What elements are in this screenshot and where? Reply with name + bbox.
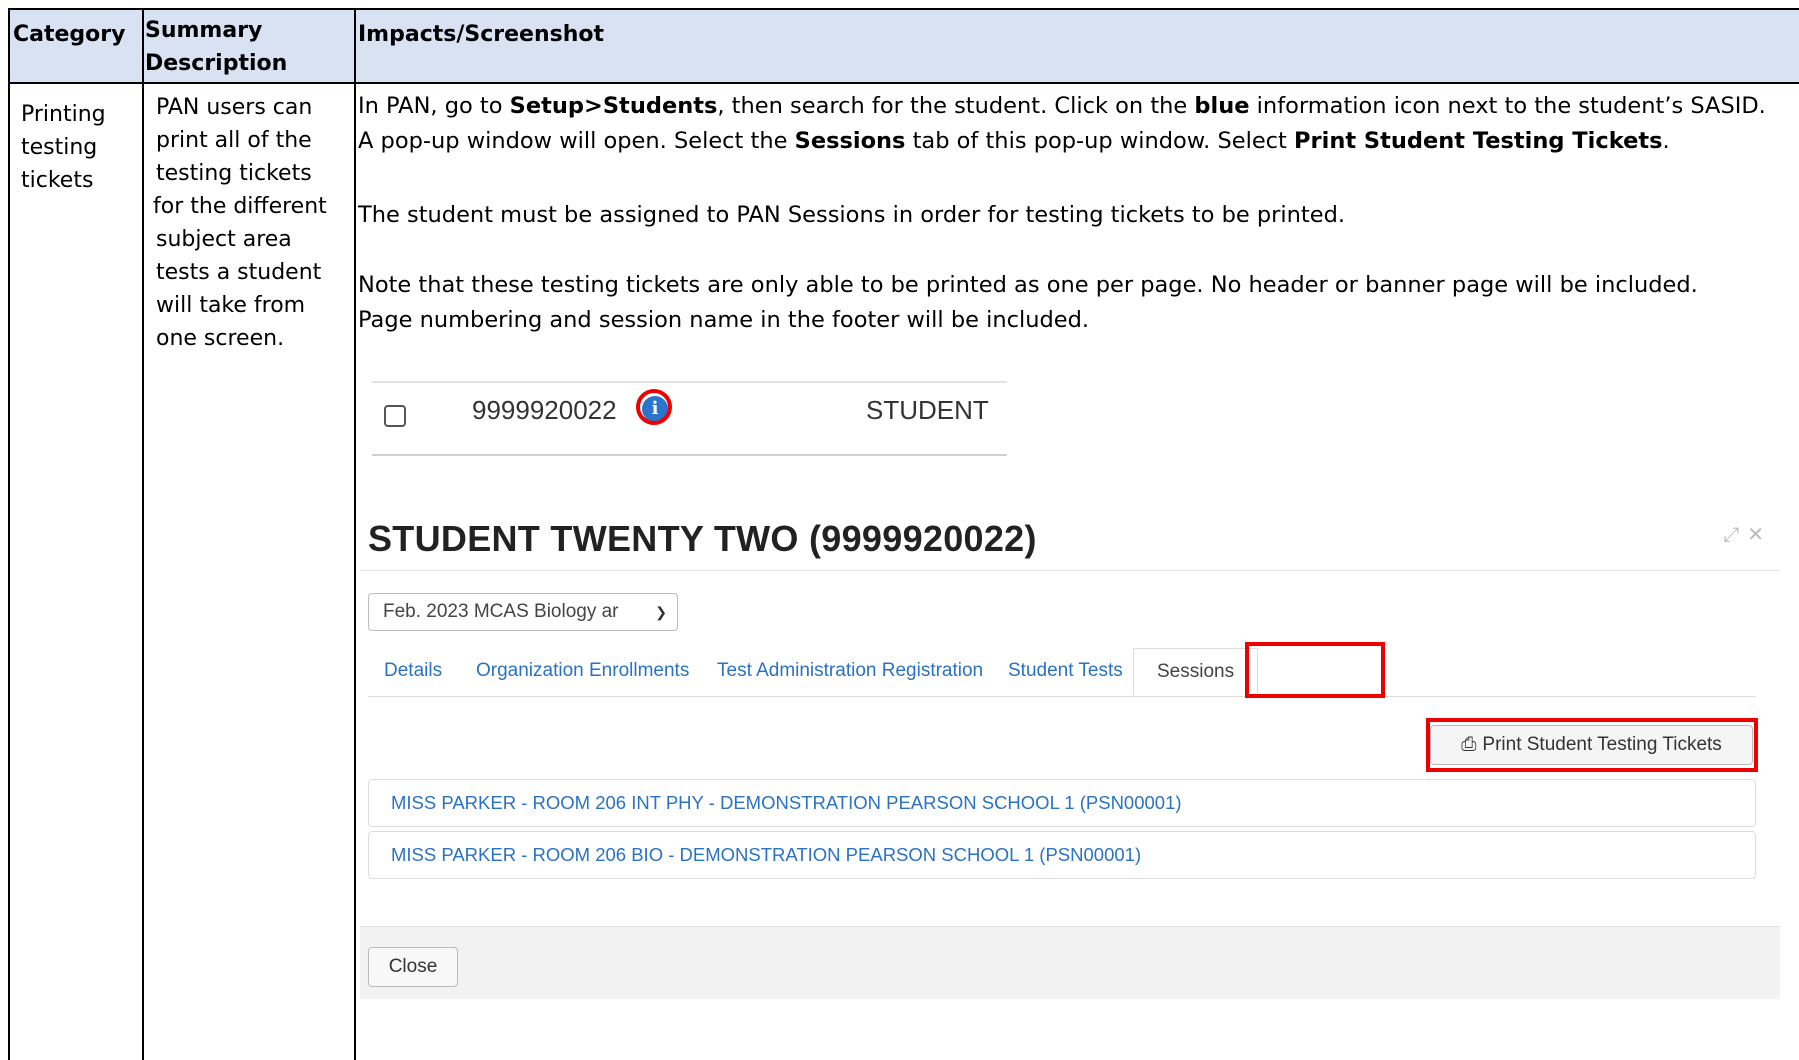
category-line: Printing [21,102,106,127]
header-summary-line1: Summary [145,18,263,43]
table-header-divider [9,82,1799,84]
table-col-divider-2 [354,8,356,1060]
table-left-border [8,8,10,1060]
header-summary-line2: Description [145,51,288,76]
tab-student-tests[interactable]: Student Tests [1008,660,1123,682]
sessions-tab-highlight [1245,642,1385,698]
category-cell: Printing testing tickets [21,98,106,197]
summary-line: for the different [153,194,327,219]
modal-footer: Close [360,926,1780,999]
student-row-screenshot: 9999920022 i STUDENT [372,373,1007,457]
session-link[interactable]: MISS PARKER - ROOM 206 BIO - DEMONSTRATI… [368,831,1756,879]
header-category: Category [13,22,126,47]
student-modal: STUDENT TWENTY TWO (9999920022) ⤢ ✕ Feb. … [360,500,1780,999]
summary-line: subject area [156,227,292,252]
close-icon[interactable]: ✕ [1747,522,1764,546]
summary-cell: PAN users can print all of the testing t… [153,91,327,355]
summary-line: print all of the [156,128,312,153]
summary-line: will take from [156,293,306,318]
table-top-border [9,8,1799,10]
chevron-down-icon: ❯ [655,604,667,620]
note-line: Page numbering and session name in the f… [358,307,1090,333]
student-sasid: 9999920022 [472,395,617,425]
student-checkbox[interactable] [384,405,406,427]
tab-details[interactable]: Details [384,660,442,682]
document-page: Category Summary Description Impacts/Scr… [0,0,1799,1060]
modal-title-divider [360,570,1780,571]
modal-title: STUDENT TWENTY TWO (9999920022) [368,518,1037,559]
instructions-paragraph: In PAN, go to Setup>Students, then searc… [358,93,1766,154]
select-value: Feb. 2023 MCAS Biology ar [383,601,619,622]
close-button[interactable]: Close [368,947,458,987]
modal-controls: ⤢ ✕ [1715,522,1764,546]
category-line: tickets [21,168,94,193]
session-link[interactable]: MISS PARKER - ROOM 206 INT PHY - DEMONST… [368,779,1756,827]
highlight-circle [636,389,672,425]
header-summary: Summary Description [145,14,287,80]
row-top-line [372,381,1007,383]
summary-line: testing tickets [156,161,312,186]
category-line: testing [21,135,98,160]
print-button-highlight [1426,718,1758,772]
note-paragraph: Note that these testing tickets are only… [358,268,1778,338]
summary-line: tests a student [156,260,322,285]
expand-icon[interactable]: ⤢ [1723,522,1739,546]
note-line: Note that these testing tickets are only… [358,272,1698,298]
tab-sessions[interactable]: Sessions [1133,648,1259,696]
requirement-paragraph: The student must be assigned to PAN Sess… [358,202,1346,228]
row-bottom-line [372,454,1007,456]
tab-organization-enrollments[interactable]: Organization Enrollments [476,660,689,682]
table-col-divider-1 [142,8,144,1060]
header-impacts: Impacts/Screenshot [358,22,605,47]
tab-test-administration-registration[interactable]: Test Administration Registration [717,660,983,682]
student-name: STUDENT [866,395,989,425]
summary-line: PAN users can [156,95,313,120]
test-admin-select[interactable]: Feb. 2023 MCAS Biology ar ❯ [368,593,678,631]
modal-tabs: Details Organization Enrollments Test Ad… [368,648,1756,697]
summary-line: one screen. [156,326,285,351]
